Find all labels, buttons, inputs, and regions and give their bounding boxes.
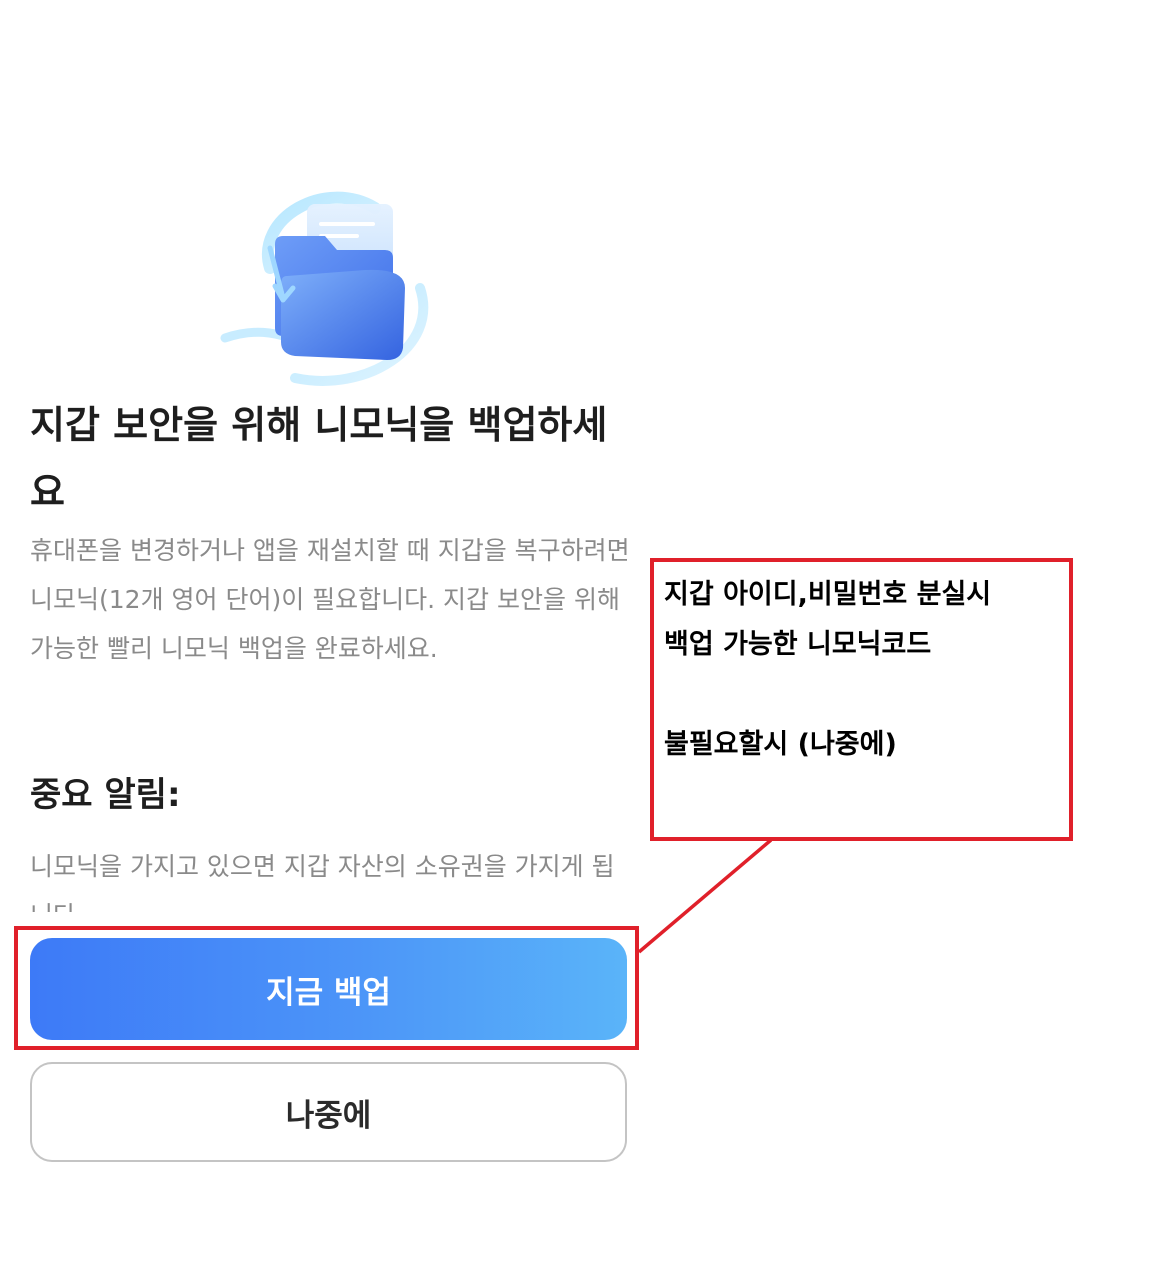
later-button[interactable]: 나중에: [30, 1062, 627, 1162]
notice-heading: 중요 알림:: [30, 775, 181, 815]
backup-prompt-screen: 지갑 보안을 위해 니모닉을 백업하세요 휴대폰을 변경하거나 앱을 재설치할 …: [0, 0, 660, 1280]
annotation-line-3: 불필요할시 (나중에): [664, 729, 897, 760]
annotation-line-1: 지갑 아이디,비밀번호 분실시: [664, 579, 992, 610]
notice-text-container: 니모닉을 가지고 있으면 지갑 자산의 소유권을 가지게 됩니다: [30, 842, 630, 912]
annotation-line-2: 백업 가능한 니모닉코드: [664, 629, 932, 660]
page-title: 지갑 보안을 위해 니모닉을 백업하세요: [30, 403, 608, 514]
backup-description: 휴대폰을 변경하거나 앱을 재설치할 때 지갑을 복구하려면 니모닉(12개 영…: [30, 536, 630, 663]
annotation-spacer: [664, 670, 1059, 720]
notice-text: 니모닉을 가지고 있으면 지갑 자산의 소유권을 가지게 됩니다: [30, 852, 615, 912]
folder-backup-icon: [220, 191, 429, 386]
backup-now-button[interactable]: 지금 백업: [30, 938, 627, 1040]
annotation-callout: 지갑 아이디,비밀번호 분실시 백업 가능한 니모닉코드 불필요할시 (나중에): [650, 558, 1073, 841]
